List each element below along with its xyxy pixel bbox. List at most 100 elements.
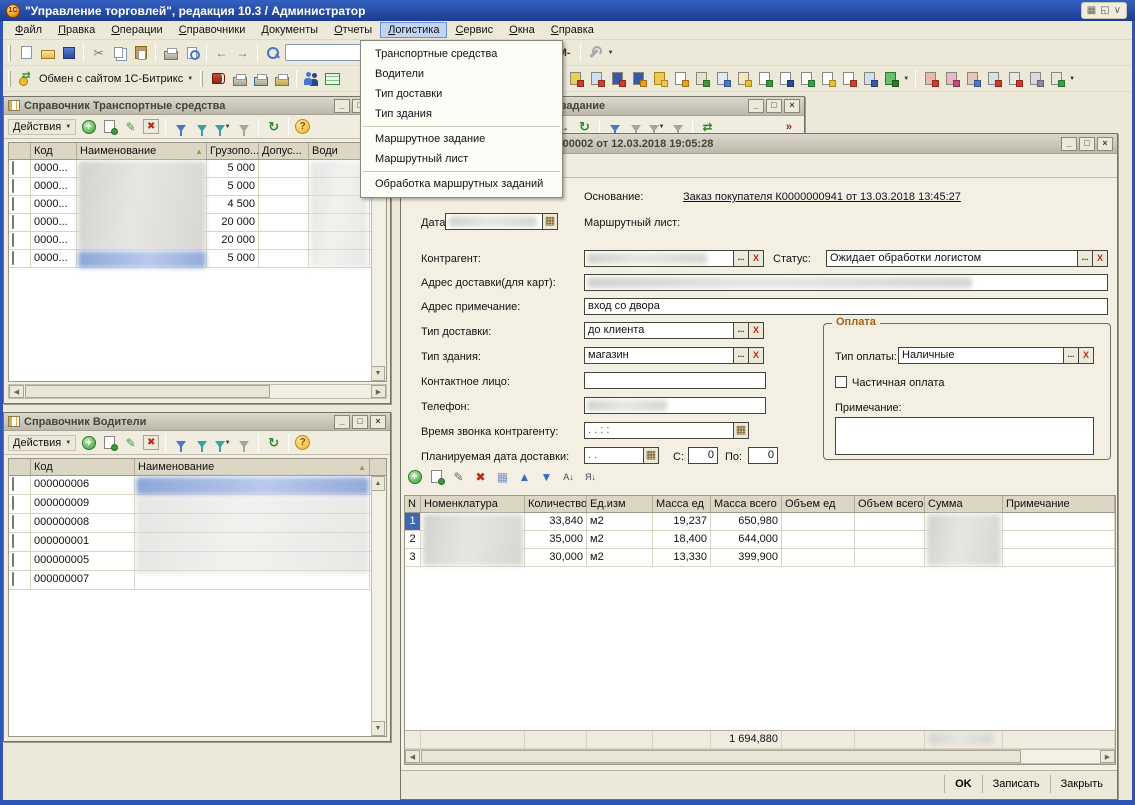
call-time-field[interactable]: . . : : bbox=[584, 422, 734, 439]
vertical-scrollbar[interactable]: ▲ ▼ bbox=[371, 476, 386, 736]
group-overflow-arrow[interactable]: ▼ bbox=[903, 76, 909, 82]
add-copy-icon[interactable] bbox=[101, 118, 118, 135]
sum-red-icon[interactable] bbox=[1006, 70, 1023, 87]
filter-sort-icon[interactable] bbox=[172, 118, 189, 135]
search-icon[interactable] bbox=[264, 44, 281, 61]
menu-windows[interactable]: Окна bbox=[501, 22, 543, 38]
contact-field[interactable] bbox=[584, 372, 766, 389]
status-clear-button[interactable]: X bbox=[1092, 250, 1108, 267]
user-sum-eraser-icon[interactable] bbox=[964, 70, 981, 87]
note-column-header[interactable]: Примечание bbox=[1003, 496, 1115, 512]
forward-icon[interactable]: → bbox=[234, 44, 251, 61]
permit-column-header[interactable]: Допус... bbox=[259, 143, 309, 159]
delete-row-icon[interactable]: ✖ bbox=[472, 468, 489, 485]
scroll-left-icon[interactable]: ◀ bbox=[9, 385, 24, 398]
actions-button[interactable]: Действия▼ bbox=[8, 435, 76, 451]
menu-file[interactable]: Файл bbox=[7, 22, 50, 38]
refresh-icon[interactable]: ↻ bbox=[265, 434, 282, 451]
minimize-icon[interactable]: _ bbox=[1061, 137, 1077, 151]
chevron-down-icon[interactable]: ∨ bbox=[1114, 5, 1121, 16]
drivers-titlebar[interactable]: Справочник Водители _ □ × bbox=[4, 413, 390, 431]
date-calendar-button[interactable]: ▦ bbox=[542, 213, 558, 230]
filter-value-icon[interactable] bbox=[193, 434, 210, 451]
bitrix-exchange-button[interactable]: Обмен с сайтом 1С-Битрикс bbox=[39, 73, 183, 85]
code-column-header[interactable]: Код bbox=[31, 143, 77, 159]
call-time-calendar-button[interactable]: ▦ bbox=[733, 422, 749, 439]
code-column-header[interactable]: Код bbox=[31, 459, 135, 475]
maximize-icon[interactable]: □ bbox=[352, 415, 368, 429]
n-column-header[interactable]: N bbox=[405, 496, 421, 512]
maximize-icon[interactable]: □ bbox=[766, 99, 782, 113]
toolbar-overflow-arrow[interactable]: ▼ bbox=[608, 50, 614, 56]
edit-icon[interactable]: ✎ bbox=[122, 118, 139, 135]
date-field[interactable] bbox=[445, 213, 543, 230]
save-button[interactable]: Записать bbox=[982, 775, 1050, 793]
add-copy-icon[interactable] bbox=[101, 434, 118, 451]
menu-edit[interactable]: Правка bbox=[50, 22, 103, 38]
docs-exchange-icon[interactable] bbox=[735, 70, 752, 87]
contractor-field[interactable] bbox=[584, 250, 734, 267]
user-sum-pink-icon[interactable] bbox=[943, 70, 960, 87]
bitrix-dropdown-arrow[interactable]: ▼ bbox=[187, 76, 193, 82]
menu-documents[interactable]: Документы bbox=[253, 22, 326, 38]
doc-percent-icon[interactable] bbox=[840, 70, 857, 87]
filter-value-icon[interactable] bbox=[193, 118, 210, 135]
menu-logistics[interactable]: Логистика bbox=[380, 22, 447, 38]
scroll-left-icon[interactable]: ◀ bbox=[405, 750, 420, 763]
group-overflow-arrow[interactable]: ▼ bbox=[1069, 76, 1075, 82]
site-exchange-icon[interactable] bbox=[588, 70, 605, 87]
add-icon[interactable]: + bbox=[80, 434, 97, 451]
help-icon[interactable]: ? bbox=[295, 435, 310, 450]
restore-icon[interactable]: ◱ bbox=[1100, 5, 1109, 16]
flag-report-icon[interactable] bbox=[609, 70, 626, 87]
print-icon[interactable] bbox=[162, 44, 179, 61]
scroll-down-icon[interactable]: ▼ bbox=[372, 366, 385, 381]
toolbar-grip[interactable] bbox=[8, 45, 11, 61]
docs-copy-icon[interactable] bbox=[714, 70, 731, 87]
delivery-type-field[interactable]: до клиента bbox=[584, 322, 734, 339]
close-icon[interactable]: × bbox=[784, 99, 800, 113]
doc-plant-icon[interactable] bbox=[693, 70, 710, 87]
plan-date-field[interactable]: . . bbox=[584, 447, 644, 464]
menu-service[interactable]: Сервис bbox=[447, 22, 501, 38]
menu-help[interactable]: Справка bbox=[543, 22, 602, 38]
maximize-icon[interactable]: □ bbox=[1079, 137, 1095, 151]
unit-column-header[interactable]: Ед.изм bbox=[587, 496, 653, 512]
filter-history-icon[interactable]: ▼ bbox=[214, 434, 231, 451]
help-icon[interactable]: ? bbox=[295, 119, 310, 134]
volume-total-column-header[interactable]: Объем всего bbox=[855, 496, 925, 512]
horizontal-scrollbar[interactable]: ◀ ▶ bbox=[8, 384, 387, 399]
close-button[interactable]: Закрыть bbox=[1050, 775, 1113, 793]
move-up-icon[interactable]: ▲ bbox=[516, 468, 533, 485]
payment-note-field[interactable] bbox=[835, 417, 1094, 455]
partial-payment-checkbox[interactable] bbox=[835, 376, 847, 388]
menu-item-route-sheet[interactable]: Маршрутный лист bbox=[361, 149, 562, 169]
close-icon[interactable]: × bbox=[370, 415, 386, 429]
menu-catalogs[interactable]: Справочники bbox=[171, 22, 254, 38]
print-preview-icon[interactable] bbox=[183, 44, 200, 61]
add-icon[interactable]: + bbox=[80, 118, 97, 135]
nomenclature-column-header[interactable]: Номенклатура bbox=[421, 496, 525, 512]
coins-add-icon[interactable] bbox=[756, 70, 773, 87]
scroll-right-icon[interactable]: ▶ bbox=[371, 385, 386, 398]
status-field[interactable]: Ожидает обработки логистом bbox=[826, 250, 1078, 267]
menu-operations[interactable]: Операции bbox=[103, 22, 170, 38]
sum-flag-icon[interactable] bbox=[985, 70, 1002, 87]
new-document-icon[interactable] bbox=[18, 44, 35, 61]
ok-button[interactable]: OK bbox=[944, 775, 982, 793]
payment-type-select-button[interactable]: ... bbox=[1063, 347, 1079, 364]
menu-item-building-type[interactable]: Тип здания bbox=[361, 104, 562, 124]
mass-total-column-header[interactable]: Масса всего bbox=[711, 496, 782, 512]
settings-wrench-icon[interactable] bbox=[587, 44, 604, 61]
marker-column-header[interactable] bbox=[9, 459, 31, 475]
grid-icon[interactable]: ▦ bbox=[1087, 5, 1096, 16]
transport-titlebar[interactable]: Справочник Транспортные средства _ □ × bbox=[4, 97, 390, 115]
end-edit-icon[interactable]: ▦ bbox=[494, 468, 511, 485]
filter-off-icon[interactable] bbox=[235, 434, 252, 451]
toolbar-overflow-button[interactable]: » bbox=[786, 121, 792, 133]
marker-column-header[interactable] bbox=[9, 143, 31, 159]
delivery-address-field[interactable] bbox=[584, 274, 1108, 291]
menu-item-delivery-type[interactable]: Тип доставки bbox=[361, 84, 562, 104]
building-type-select-button[interactable]: ... bbox=[733, 347, 749, 364]
payment-type-field[interactable]: Наличные bbox=[898, 347, 1064, 364]
